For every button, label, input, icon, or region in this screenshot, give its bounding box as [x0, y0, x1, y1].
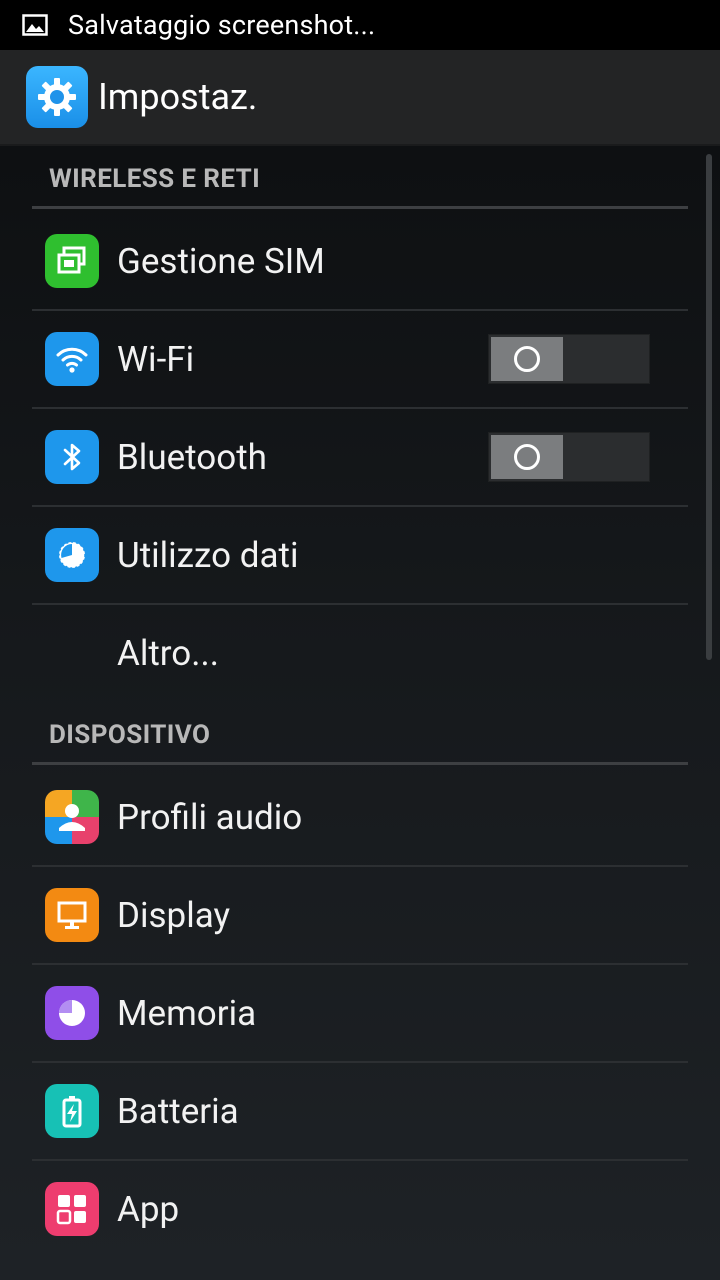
- toggle-thumb: [491, 337, 563, 381]
- toggle-off-indicator: [514, 444, 540, 470]
- action-bar: Impostaz.: [0, 50, 720, 146]
- settings-item-gestione-sim[interactable]: Gestione SIM: [32, 213, 688, 311]
- settings-item-display[interactable]: Display: [32, 867, 688, 965]
- scrollbar[interactable]: [706, 154, 712, 660]
- data-usage-icon: [45, 528, 99, 582]
- settings-item-profili-audio[interactable]: Profili audio: [32, 769, 688, 867]
- display-icon: [45, 888, 99, 942]
- section-divider: [32, 762, 688, 765]
- memory-icon: [45, 986, 99, 1040]
- settings-item-batteria[interactable]: Batteria: [32, 1063, 688, 1161]
- wifi-icon: [45, 332, 99, 386]
- screenshot-image-icon: [22, 14, 48, 36]
- item-label: Profili audio: [117, 796, 303, 838]
- apps-icon: [45, 1182, 99, 1236]
- section-header-dispositivo: DISPOSITIVO: [32, 720, 688, 768]
- item-label: Utilizzo dati: [117, 534, 299, 576]
- item-label: App: [117, 1188, 180, 1230]
- settings-item-app[interactable]: App: [32, 1161, 688, 1257]
- bluetooth-toggle[interactable]: [488, 432, 650, 482]
- section-divider: [32, 206, 688, 209]
- item-label: Memoria: [117, 992, 257, 1034]
- settings-gear-icon[interactable]: [26, 66, 88, 128]
- settings-item-wifi[interactable]: Wi-Fi: [32, 311, 688, 409]
- item-label: Altro...: [117, 632, 219, 674]
- status-notification-text: Salvataggio screenshot...: [68, 9, 376, 41]
- page-title: Impostaz.: [98, 76, 258, 118]
- item-label: Batteria: [117, 1090, 239, 1132]
- settings-item-utilizzo-dati[interactable]: Utilizzo dati: [32, 507, 688, 605]
- item-label: Gestione SIM: [117, 240, 325, 282]
- toggle-thumb: [491, 435, 563, 479]
- settings-item-bluetooth[interactable]: Bluetooth: [32, 409, 688, 507]
- wifi-toggle[interactable]: [488, 334, 650, 384]
- audio-profiles-icon: [45, 790, 99, 844]
- status-bar: Salvataggio screenshot...: [0, 0, 720, 50]
- item-label: Wi-Fi: [117, 338, 195, 380]
- item-label: Display: [117, 894, 231, 936]
- item-label: Bluetooth: [117, 436, 267, 478]
- settings-list[interactable]: WIRELESS E RETI Gestione SIM Wi-Fi Bluet…: [0, 146, 720, 1280]
- settings-item-memoria[interactable]: Memoria: [32, 965, 688, 1063]
- sim-card-icon: [45, 234, 99, 288]
- toggle-off-indicator: [514, 346, 540, 372]
- section-header-wireless: WIRELESS E RETI: [32, 164, 688, 212]
- settings-item-altro[interactable]: Altro...: [32, 605, 688, 701]
- battery-icon: [45, 1084, 99, 1138]
- bluetooth-icon: [45, 430, 99, 484]
